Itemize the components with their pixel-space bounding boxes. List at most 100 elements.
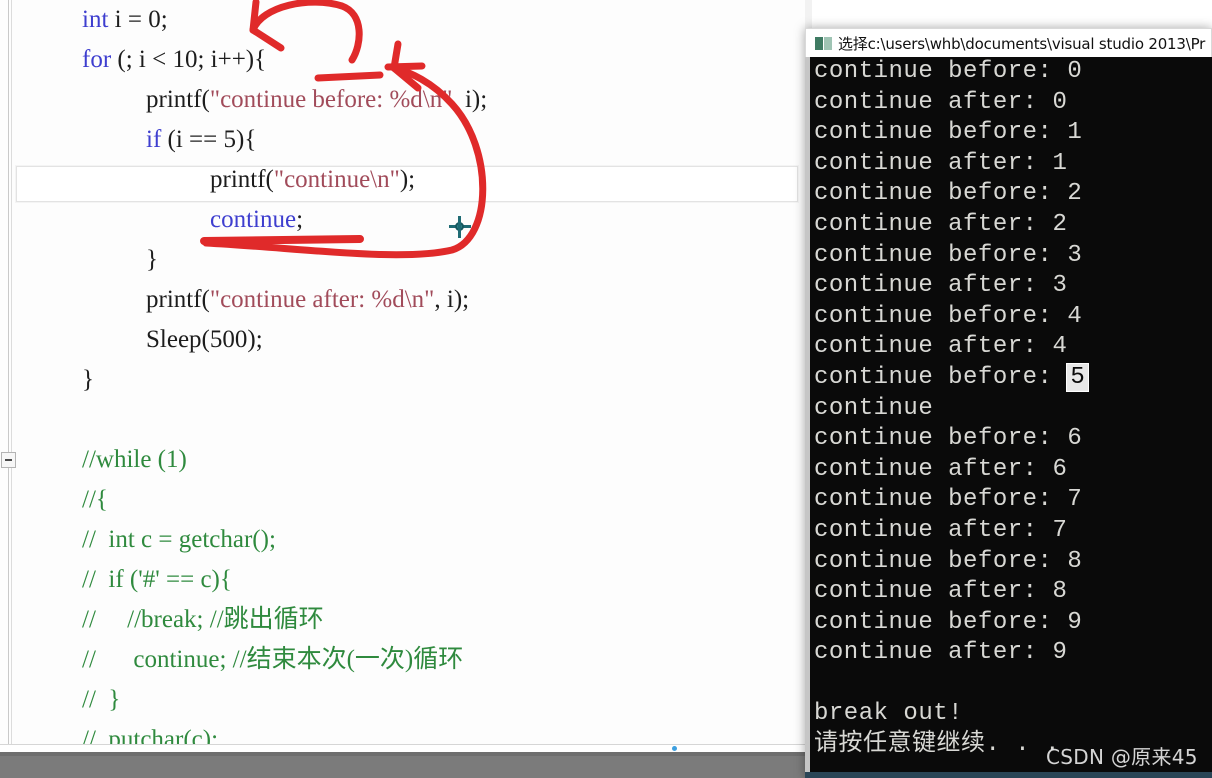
editor-horizontal-scrollbar[interactable] [0,746,812,778]
code-line: } [14,240,812,280]
code-token-kw: int [82,6,115,33]
code-token-str: "continue\n" [273,166,400,193]
console-line: continue before: 2 [814,179,1212,210]
code-line: } [14,360,812,400]
console-line: continue before: 9 [814,608,1212,639]
console-line: continue after: 1 [814,149,1212,180]
editor-bottom-edge [0,744,812,752]
console-line: continue before: 4 [814,302,1212,333]
console-line-text: continue after: 3 [814,272,1068,300]
code-token-cmt: // } [82,686,121,713]
code-token-pln: printf( [146,86,210,113]
code-token-pln: printf( [146,286,210,313]
console-line: continue before: 7 [814,485,1212,516]
console-line-text: continue before: 7 [814,486,1083,514]
console-line: break out! [814,699,1212,730]
code-token-pln: ; [296,206,304,233]
code-token-pln: , i); [452,86,488,113]
console-line: continue before: 8 [814,547,1212,578]
code-line: if (i == 5){ [14,120,812,160]
code-token-kw: for [82,46,112,73]
code-token-cmt: // if ('#' == c){ [82,566,232,593]
console-line-text: continue before: 6 [814,425,1083,453]
code-line: Sleep(500); [14,320,812,360]
console-line-text: continue after: 9 [814,639,1068,667]
crosshair-cursor-icon [449,216,471,238]
code-token-pln: (i == 5){ [161,126,257,153]
gutter-indicator-line [8,0,9,752]
console-title-bar[interactable]: 选择c:\users\whb\documents\visual studio 2… [805,28,1212,57]
console-line-text: continue after: 7 [814,516,1068,544]
console-line: continue before: 1 [814,118,1212,149]
code-token-cmt: //while (1) [82,446,187,473]
console-line: continue after: 8 [814,577,1212,608]
console-line-text: continue before: 3 [814,241,1083,269]
code-line: // } [14,680,812,720]
console-line-text: break out! [814,700,964,728]
code-token-pln: , i); [434,286,470,313]
editor-gutter [0,0,16,752]
console-line: continue after: 6 [814,455,1212,486]
code-token-kw: if [146,126,162,153]
code-token-str: "continue after: %d\n" [209,286,435,313]
console-line: continue before: 5 [814,362,1212,394]
console-line: continue before: 6 [814,424,1212,455]
console-window[interactable]: 选择c:\users\whb\documents\visual studio 2… [805,28,1212,778]
editor-scrollbar-track[interactable] [0,746,812,756]
code-token-pln: i = 0; [114,6,168,33]
console-line-text: continue before: 1 [814,119,1083,147]
console-line-text: continue before: 4 [814,302,1083,330]
console-line: continue after: 7 [814,516,1212,547]
console-line-text: continue [814,394,934,422]
screenshot-root: int i = 0; for (; i < 10; i++){printf("co… [0,0,1212,778]
code-line: printf("continue after: %d\n", i); [14,280,812,320]
console-line-text: continue after: 2 [814,210,1068,238]
console-line-text: continue before: 2 [814,180,1083,208]
code-token-pln: printf( [210,166,274,193]
code-line: // if ('#' == c){ [14,560,812,600]
console-line-text: continue before: 8 [814,547,1083,575]
scroll-marker-dot [672,746,677,751]
console-line: continue after: 4 [814,332,1212,363]
console-line-text: 请按任意键继续. . . [814,731,1061,759]
console-line: continue before: 3 [814,241,1212,272]
code-token-str: "continue before: %d\n" [209,86,453,113]
code-line: for (; i < 10; i++){ [14,40,812,80]
console-selected-char: 5 [1066,362,1090,392]
code-line: // //break; //跳出循环 [14,600,812,640]
console-line: continue after: 0 [814,88,1212,119]
console-line: continue before: 0 [814,57,1212,88]
code-editor-pane[interactable]: int i = 0; for (; i < 10; i++){printf("co… [0,0,812,752]
console-line: continue [814,394,1212,425]
console-line: continue after: 9 [814,638,1212,669]
code-line: // int c = getchar(); [14,520,812,560]
csdn-watermark: CSDN @原来45 [1046,745,1198,769]
console-line-text: continue after: 6 [814,455,1068,483]
code-text-area[interactable]: int i = 0; for (; i < 10; i++){printf("co… [14,0,812,752]
code-line: continue; [14,200,812,240]
code-token-pln: (; i < 10; i++){ [111,46,267,73]
code-line: int i = 0; [14,0,812,40]
code-token-pln: } [82,366,94,393]
console-line-text: continue before: 9 [814,608,1083,636]
console-line: continue after: 2 [814,210,1212,241]
code-token-cmt: // //break; //跳出循环 [82,606,324,633]
code-line: //{ [14,480,812,520]
code-token-kw: continue [210,206,297,233]
code-line: printf("continue before: %d\n", i); [14,80,812,120]
console-line-text: continue after: 1 [814,149,1068,177]
console-app-icon [815,36,832,51]
gutter-indicator-line-secondary [11,0,12,752]
console-line-text: continue after: 0 [814,88,1068,116]
console-output-area[interactable]: continue before: 0 continue after: 0 conti… [805,57,1212,778]
console-line-text: continue before: 0 [814,58,1083,85]
code-line: // continue; //结束本次(一次)循环 [14,640,812,680]
console-line-text: continue after: 4 [814,333,1068,361]
console-line-text: continue before: [814,363,1068,391]
code-line: printf("continue\n"); [14,160,812,200]
code-token-pln: Sleep(500); [146,326,263,353]
code-token-pln: ); [399,166,416,193]
code-token-cmt: // int c = getchar(); [82,526,276,553]
